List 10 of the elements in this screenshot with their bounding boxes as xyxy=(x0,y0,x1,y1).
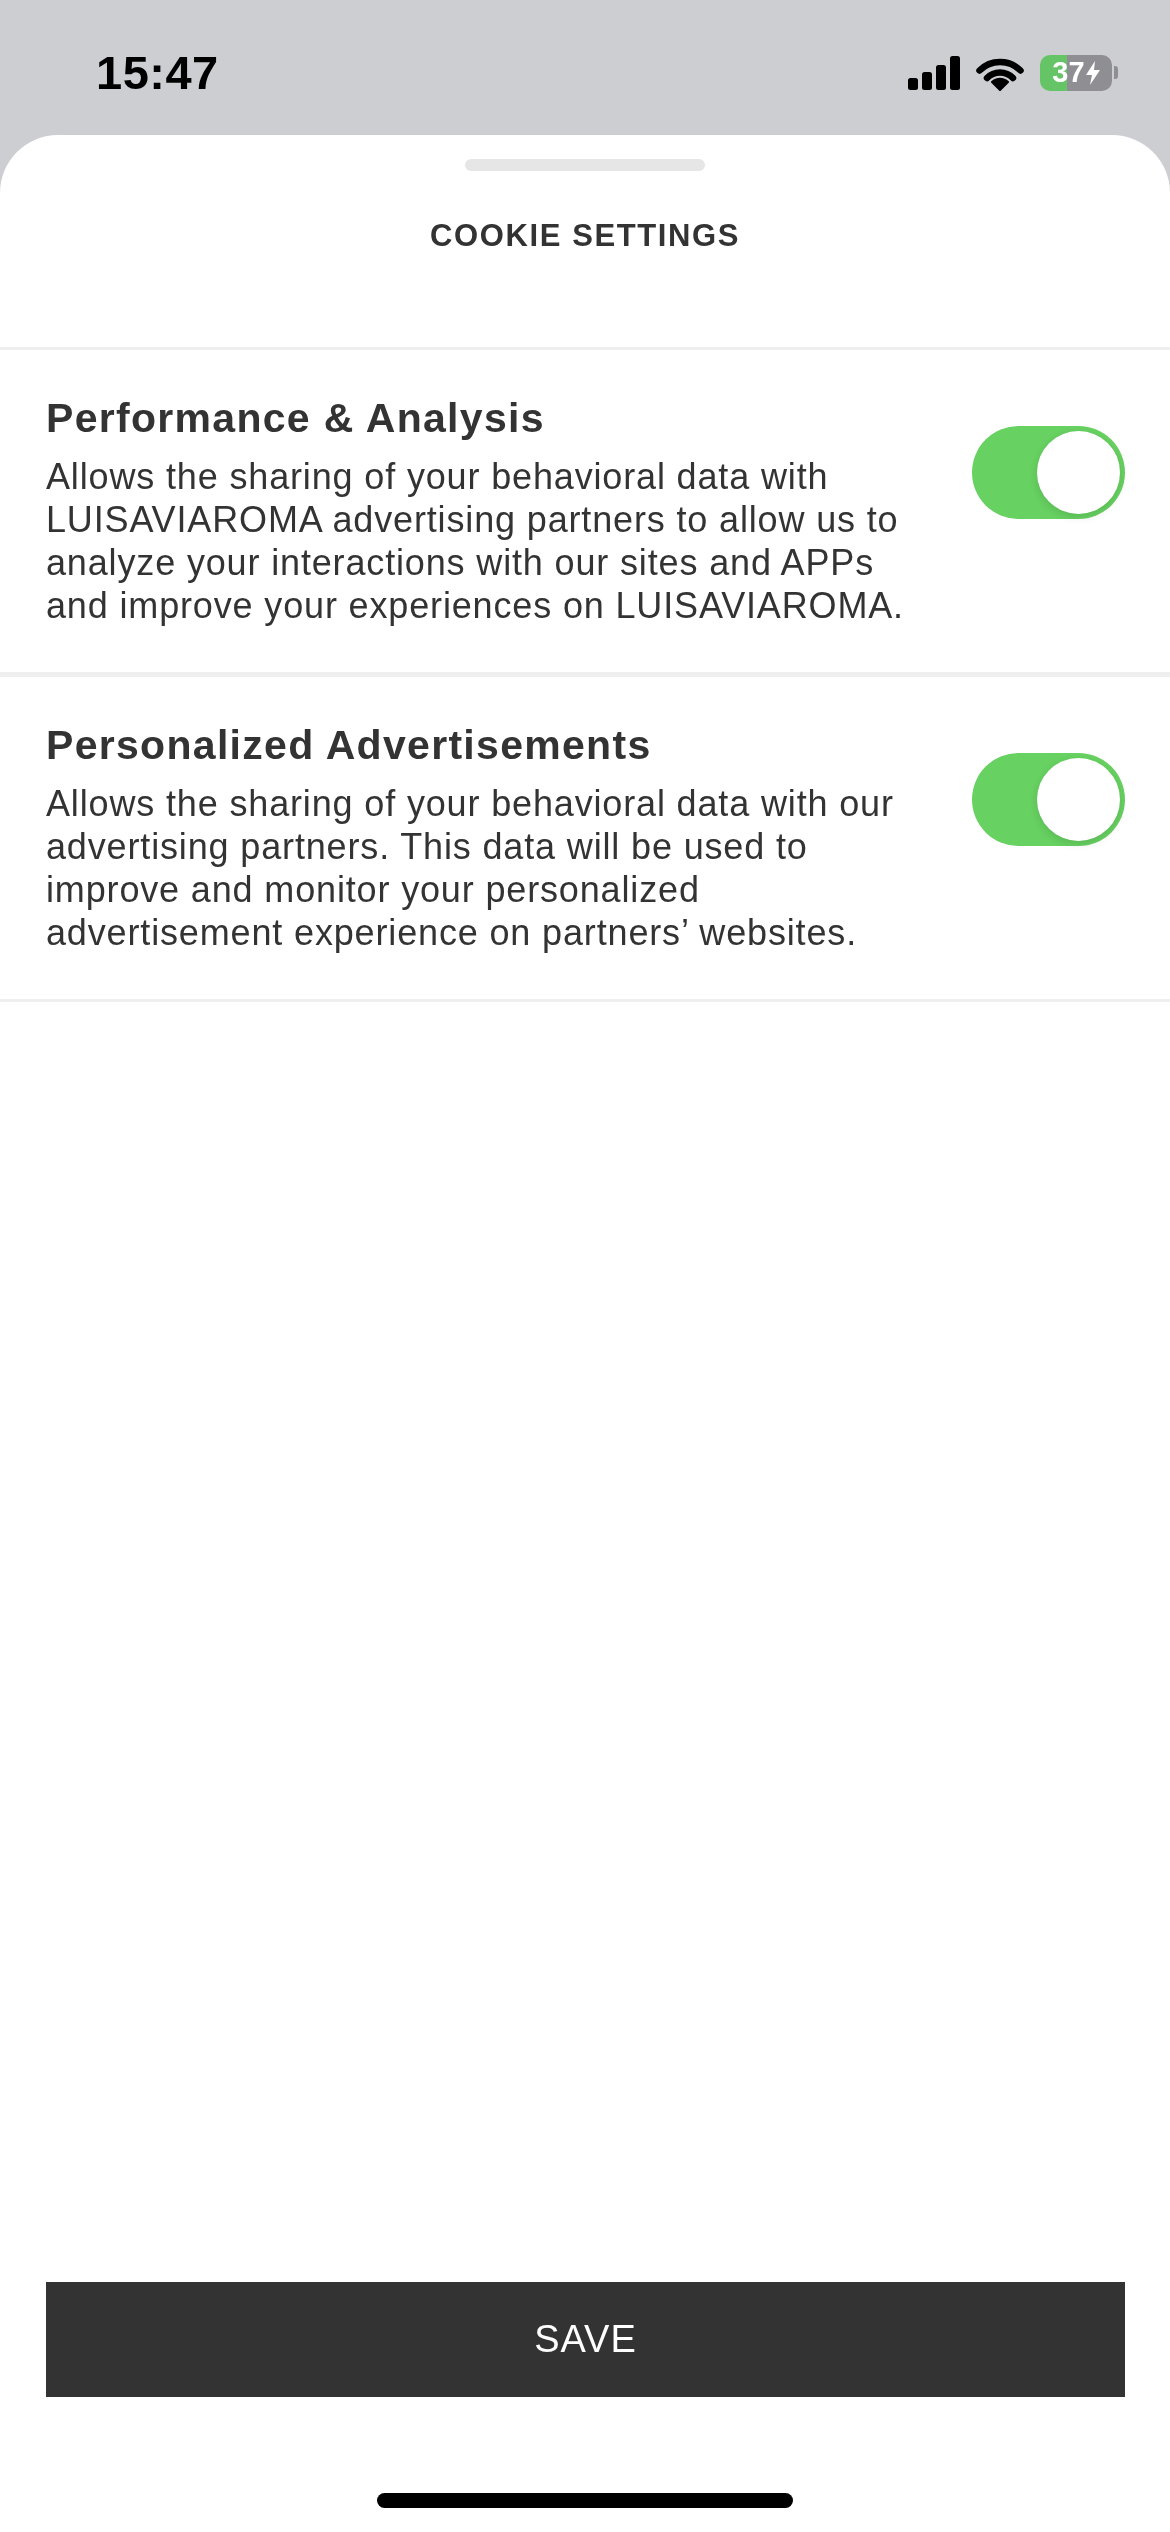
sheet-title: COOKIE SETTINGS xyxy=(430,218,740,254)
setting-description: Allows the sharing of your behavioral data with our advertising partners. This data will be used to improve and monitor your personalized advertisement experience on partners’ websites. xyxy=(46,782,895,954)
save-button[interactable]: SAVE xyxy=(46,2282,1125,2397)
drag-handle[interactable] xyxy=(465,159,705,171)
setting-title: Performance & Analysis xyxy=(46,395,545,441)
signal-icon xyxy=(908,55,960,90)
setting-description: Allows the sharing of your behavioral data with LUISAVIAROMA advertising partners to allow us to analyze your interactions with our sites and APPs and improve your experiences on LUISAVIAROMA. xyxy=(46,455,905,627)
status-time: 15:47 xyxy=(96,45,219,100)
battery-percentage: 37 xyxy=(1052,58,1085,87)
setting-title: Personalized Advertisements xyxy=(46,722,652,768)
